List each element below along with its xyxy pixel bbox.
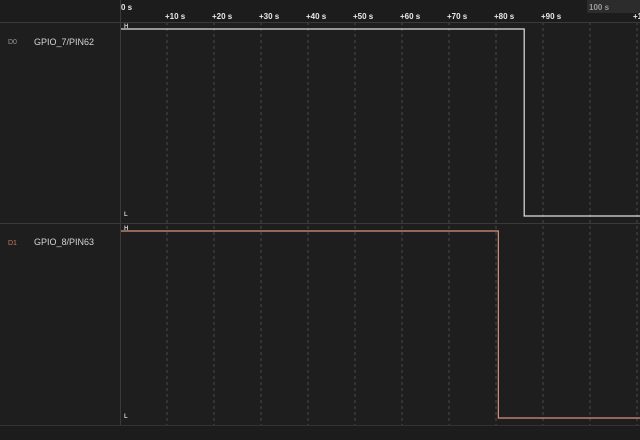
high-level-marker-d1: H — [124, 226, 129, 232]
low-level-marker-d1: L — [124, 414, 128, 420]
channel-name-d1[interactable]: GPIO_8/PIN63 — [34, 237, 94, 247]
channel-row-d1[interactable]: D1 GPIO_8/PIN63 H L — [0, 224, 640, 425]
channel-id-d0: D0 — [8, 39, 17, 46]
logic-analyzer-window: 0 s 100 s +10 s +20 s +30 s +40 s +50 s … — [0, 0, 640, 440]
high-level-marker-d0: H — [124, 24, 129, 30]
bottom-scrollbar[interactable] — [0, 425, 640, 440]
channel-row-d0[interactable]: D0 GPIO_7/PIN62 H L — [0, 22, 640, 223]
low-level-marker-d0: L — [124, 212, 128, 218]
channel-id-d1: D1 — [8, 240, 17, 247]
channel-name-d0[interactable]: GPIO_7/PIN62 — [34, 37, 94, 47]
